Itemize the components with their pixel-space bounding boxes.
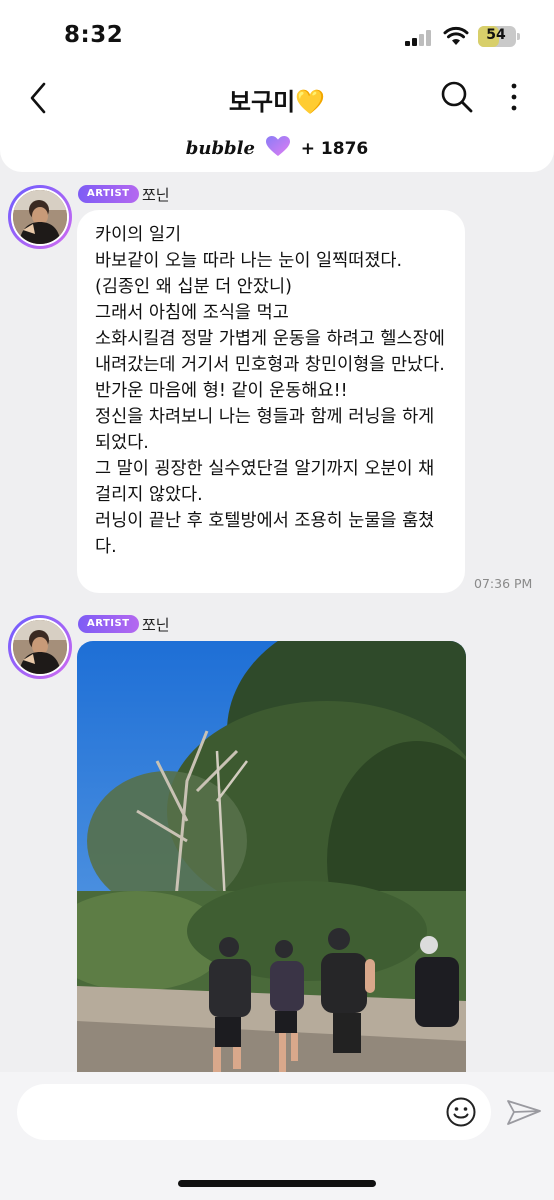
signal-icon bbox=[405, 30, 433, 46]
message-input[interactable] bbox=[17, 1084, 491, 1140]
bubble-logo: bubble bbox=[185, 138, 255, 159]
artist-badge: ARTIST bbox=[78, 615, 139, 633]
message-timestamp: 07:36 PM bbox=[474, 576, 533, 591]
battery-icon: 54 bbox=[478, 26, 520, 47]
status-bar: 8:32 54 bbox=[0, 0, 554, 70]
avatar[interactable] bbox=[8, 615, 72, 679]
home-indicator bbox=[178, 1180, 376, 1187]
nav-bar: 보구미💛 bbox=[0, 72, 554, 124]
composer bbox=[0, 1072, 554, 1200]
message-bubble[interactable]: 카이의 일기 바보같이 오늘 따라 나는 눈이 일찍떠졌다. (김종인 왜 십분… bbox=[77, 210, 465, 593]
battery-level: 54 bbox=[486, 27, 506, 43]
status-time: 8:32 bbox=[64, 22, 124, 48]
header: 8:32 54 보구미💛 bubble + 1876 bbox=[0, 0, 554, 172]
wifi-icon bbox=[443, 26, 469, 45]
sender-name: 쪼닌 bbox=[142, 186, 170, 204]
more-options-icon[interactable] bbox=[502, 80, 526, 114]
photo-message[interactable] bbox=[77, 641, 466, 1081]
heart-emoji: 💛 bbox=[295, 88, 326, 116]
avatar-photo bbox=[13, 190, 67, 244]
chat-title-text: 보구미 bbox=[228, 88, 296, 116]
send-icon[interactable] bbox=[506, 1097, 542, 1127]
avatar-photo bbox=[13, 620, 67, 674]
avatar[interactable] bbox=[8, 185, 72, 249]
search-icon[interactable] bbox=[440, 80, 474, 114]
smiley-icon[interactable] bbox=[445, 1096, 477, 1128]
subscriber-count: + 1876 bbox=[300, 139, 369, 159]
sender-name: 쪼닌 bbox=[142, 616, 170, 634]
artist-badge: ARTIST bbox=[78, 185, 139, 203]
heart-icon bbox=[265, 136, 290, 156]
running-photo bbox=[77, 641, 466, 1081]
bubble-subscriber-info: bubble + 1876 bbox=[0, 135, 554, 159]
